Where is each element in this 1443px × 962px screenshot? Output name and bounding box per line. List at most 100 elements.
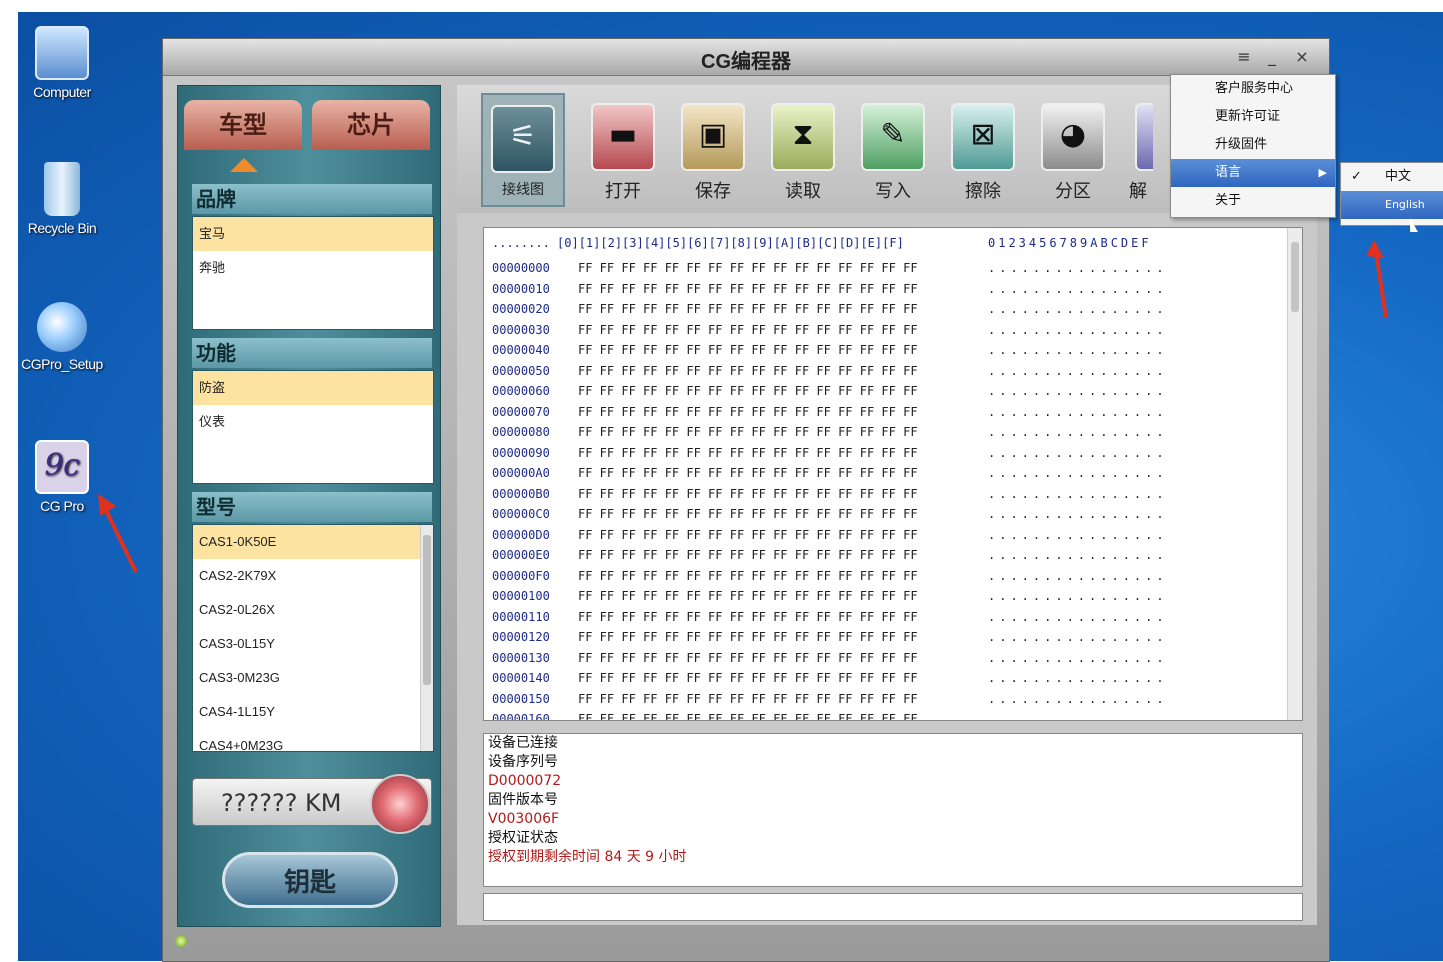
hex-scrollbar[interactable] [1287,228,1302,720]
hex-row[interactable]: 00000130 FF FF FF FF FF FF FF FF FF FF FF… [492,648,1164,669]
hex-row[interactable]: 00000090 FF FF FF FF FF FF FF FF FF FF FF… [492,443,1164,464]
hex-row[interactable]: 000000C0 FF FF FF FF FF FF FF FF FF FF FF… [492,504,1164,525]
list-item[interactable]: 宝马 [193,217,433,251]
menu-item-about[interactable]: 关于 [1171,187,1335,215]
title-bar[interactable]: CG编程器 ≡ _ × [163,39,1329,76]
function-header: 功能 [192,338,432,368]
write-button[interactable]: ✎ 写入 [853,93,933,203]
list-item[interactable]: CAS3-0M23G [193,661,433,695]
hex-ascii: ................ [988,630,1168,644]
hex-editor[interactable]: ........ [0][1][2][3][4][5][6][7][8][9][… [483,227,1303,721]
list-item[interactable]: 仪表 [193,405,433,439]
context-menu: 客户服务中心 更新许可证 升级固件 语言 ▶ 关于 [1170,74,1336,218]
hex-row[interactable]: 00000010 FF FF FF FF FF FF FF FF FF FF FF… [492,279,1164,300]
unlock-icon: ▮ [1135,103,1153,171]
command-input[interactable] [483,893,1303,921]
desktop-icon-computer[interactable]: Computer [20,26,104,100]
recycle-bin-icon [44,162,80,216]
hex-address: 000000E0 [492,548,550,562]
erase-icon: ⊠ [951,103,1015,171]
hex-row[interactable]: 000000E0 FF FF FF FF FF FF FF FF FF FF FF… [492,545,1164,566]
submenu-item-chinese[interactable]: ✓ 中文 [1341,163,1443,191]
tab-chip[interactable]: 芯片 [312,100,430,150]
hex-address: 00000000 [492,261,550,275]
hex-ascii: ................ [988,261,1168,275]
km-knob-button[interactable] [370,774,430,834]
hex-row[interactable]: 00000050 FF FF FF FF FF FF FF FF FF FF FF… [492,361,1164,382]
hex-ascii: ................ [988,609,1168,624]
erase-button[interactable]: ⊠ 擦除 [943,93,1023,203]
submenu-item-label: 中文 [1385,169,1412,184]
list-item[interactable]: CAS4+0M23G [193,729,433,751]
hex-ascii: ................ [988,343,1168,357]
folder-open-icon: ▬ [591,103,655,171]
hex-row[interactable]: 00000070 FF FF FF FF FF FF FF FF FF FF FF… [492,402,1164,423]
menu-item-language[interactable]: 语言 ▶ [1171,159,1335,187]
hex-address: 00000140 [492,671,550,685]
hex-bytes: FF FF FF FF FF FF FF FF FF FF FF FF FF F… [578,404,918,419]
read-button[interactable]: ⧗ 读取 [763,93,843,203]
hex-ascii: ................ [988,445,1168,460]
list-item[interactable]: CAS2-2K79X [193,559,433,593]
model-list-scrollbar[interactable] [420,525,433,751]
menu-icon[interactable]: ≡ [1233,47,1255,67]
hex-bytes: FF FF FF FF FF FF FF FF FF FF FF FF FF F… [578,261,918,275]
toolbar-label: 写入 [875,181,911,202]
menu-item-update-license[interactable]: 更新许可证 [1171,103,1335,131]
list-item[interactable]: 奔驰 [193,251,433,285]
hex-address: 00000040 [492,343,550,357]
hex-row[interactable]: 00000060 FF FF FF FF FF FF FF FF FF FF FF… [492,381,1164,402]
partition-button[interactable]: ◕ 分区 [1033,93,1113,203]
hex-row[interactable]: 00000140 FF FF FF FF FF FF FF FF FF FF FF… [492,668,1164,689]
desktop-icon-label: Computer [33,84,91,100]
desktop-icon-recycle-bin[interactable]: Recycle Bin [20,162,104,236]
hex-address: 00000020 [492,302,550,316]
hex-address: 000000B0 [492,486,550,501]
wiring-diagram-button[interactable]: ⚟ 接线图 [481,93,565,207]
hex-row[interactable]: 00000120 FF FF FF FF FF FF FF FF FF FF FF… [492,627,1164,648]
hex-row[interactable]: 000000B0 FF FF FF FF FF FF FF FF FF FF FF… [492,484,1164,505]
hex-bytes: FF FF FF FF FF FF FF FF FF FF FF FF FF F… [578,671,918,685]
hex-row[interactable]: 00000000 FF FF FF FF FF FF FF FF FF FF FF… [492,258,1164,279]
hex-rows: 00000000 FF FF FF FF FF FF FF FF FF FF FF… [492,258,1164,721]
list-item[interactable]: CAS1-0K50E [193,525,433,559]
list-item[interactable]: CAS4-1L15Y [193,695,433,729]
list-item[interactable]: CAS2-0L26X [193,593,433,627]
minimize-button[interactable]: _ [1261,47,1283,67]
hex-address: 00000160 [492,712,550,721]
save-button[interactable]: ▣ 保存 [673,93,753,203]
hex-row[interactable]: 000000F0 FF FF FF FF FF FF FF FF FF FF FF… [492,566,1164,587]
desktop-icon-cgpro[interactable]: 9c CG Pro [20,440,104,514]
edit-icon: ✎ [861,103,925,171]
desktop-icon-label: CG Pro [40,498,84,514]
hex-row[interactable]: 00000040 FF FF FF FF FF FF FF FF FF FF FF… [492,340,1164,361]
hex-row[interactable]: 000000D0 FF FF FF FF FF FF FF FF FF FF FF… [492,525,1164,546]
hex-row[interactable]: 00000100 FF FF FF FF FF FF FF FF FF FF FF… [492,586,1164,607]
hex-row[interactable]: 00000110 FF FF FF FF FF FF FF FF FF FF FF… [492,607,1164,628]
hex-row[interactable]: 00000030 FF FF FF FF FF FF FF FF FF FF FF… [492,320,1164,341]
key-button[interactable]: 钥匙 [222,852,398,908]
list-item[interactable]: 防盗 [193,371,433,405]
hex-row[interactable]: 000000A0 FF FF FF FF FF FF FF FF FF FF FF… [492,463,1164,484]
hex-ascii: ................ [988,507,1168,521]
close-button[interactable]: × [1291,47,1313,67]
desktop-icon-cgpro-setup[interactable]: CGPro_Setup [20,302,104,372]
toolbar-label: 保存 [695,181,731,202]
hex-row[interactable]: 00000150 FF FF FF FF FF FF FF FF FF FF FF… [492,689,1164,710]
menu-item-upgrade-firmware[interactable]: 升级固件 [1171,131,1335,159]
tab-vehicle[interactable]: 车型 [184,100,302,150]
hex-row[interactable]: 00000080 FF FF FF FF FF FF FF FF FF FF FF… [492,422,1164,443]
hex-bytes: FF FF FF FF FF FF FF FF FF FF FF FF FF F… [578,527,918,542]
hex-row[interactable]: 00000160 FF FF FF FF FF FF FF FF FF FF FF… [492,709,1164,721]
unlock-button[interactable]: ▮ 解 [1123,93,1153,203]
list-item[interactable]: CAS3-0L15Y [193,627,433,661]
toolbar-label: 接线图 [502,182,544,198]
scrollbar-thumb[interactable] [1291,242,1299,312]
hex-row[interactable]: 00000020 FF FF FF FF FF FF FF FF FF FF FF… [492,299,1164,320]
scrollbar-thumb[interactable] [423,535,431,685]
submenu-item-english[interactable]: English [1341,191,1443,219]
menu-item-customer-service[interactable]: 客户服务中心 [1171,75,1335,103]
open-button[interactable]: ▬ 打开 [583,93,663,203]
hex-address: 00000120 [492,630,550,644]
hex-bytes: FF FF FF FF FF FF FF FF FF FF FF FF FF F… [578,281,918,296]
